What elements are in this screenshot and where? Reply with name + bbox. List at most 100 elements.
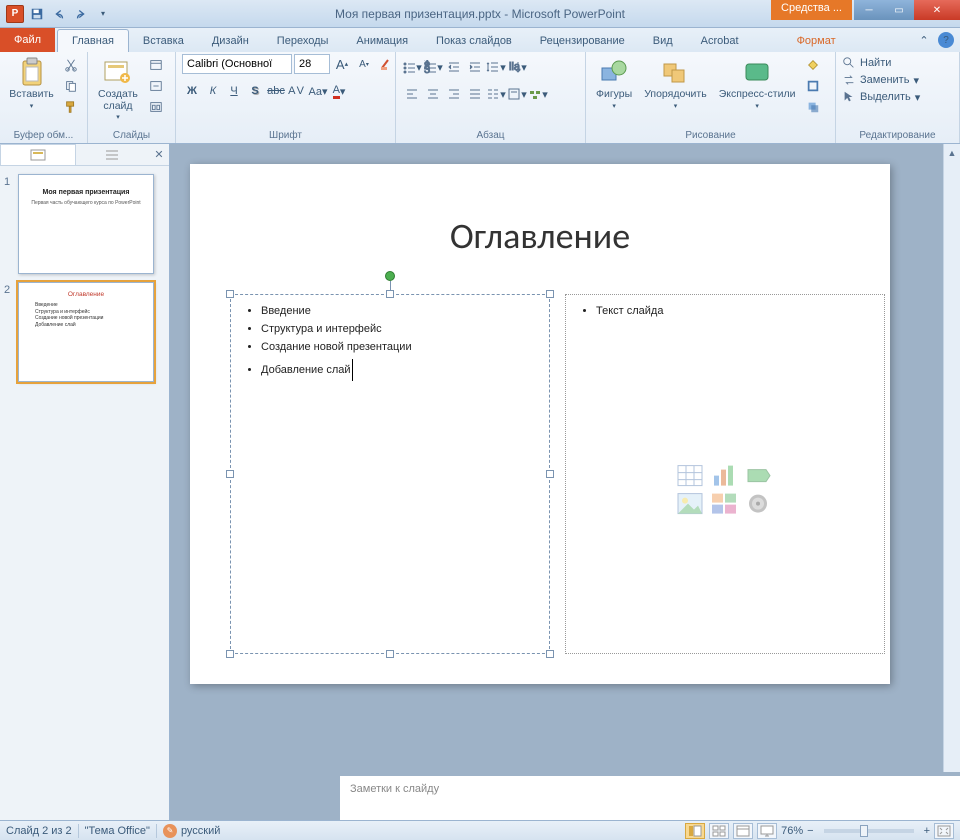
- cut-icon[interactable]: [61, 56, 81, 74]
- section-icon[interactable]: [146, 98, 166, 116]
- undo-icon[interactable]: [50, 5, 68, 23]
- insert-chart-icon[interactable]: [710, 464, 738, 488]
- insert-table-icon[interactable]: [676, 464, 704, 488]
- change-case-icon[interactable]: Aa▾: [308, 81, 328, 101]
- resize-handle[interactable]: [546, 470, 554, 478]
- select-button[interactable]: Выделить▾: [842, 90, 920, 104]
- save-icon[interactable]: [28, 5, 46, 23]
- bullets-icon[interactable]: ▾: [402, 57, 422, 77]
- tab-slideshow[interactable]: Показ слайдов: [422, 29, 526, 52]
- paste-button[interactable]: Вставить ▾: [6, 54, 57, 112]
- maximize-button[interactable]: ▭: [884, 0, 914, 20]
- scroll-up-icon[interactable]: ▲: [944, 144, 960, 161]
- decrease-indent-icon[interactable]: [444, 57, 464, 77]
- slide-title[interactable]: Оглавление: [190, 214, 890, 258]
- thumbnail-2[interactable]: 2 Оглавление Введение Структура и интерф…: [4, 282, 165, 382]
- tab-home[interactable]: Главная: [57, 29, 129, 52]
- outline-tab[interactable]: [76, 144, 150, 165]
- resize-handle[interactable]: [386, 290, 394, 298]
- resize-handle[interactable]: [386, 650, 394, 658]
- tab-format[interactable]: Формат: [783, 29, 850, 52]
- strike-button[interactable]: abc: [266, 81, 286, 101]
- align-left-icon[interactable]: [402, 84, 422, 104]
- shape-effects-icon[interactable]: [803, 98, 823, 116]
- zoom-slider[interactable]: [824, 829, 914, 833]
- font-name-input[interactable]: [182, 54, 292, 74]
- text-direction-icon[interactable]: lla▾: [507, 57, 527, 77]
- shapes-button[interactable]: Фигуры▾: [592, 54, 636, 112]
- shape-fill-icon[interactable]: [803, 56, 823, 74]
- file-tab[interactable]: Файл: [0, 28, 55, 52]
- grow-font-icon[interactable]: A▴: [332, 54, 352, 74]
- zoom-in-button[interactable]: +: [924, 825, 930, 837]
- content-placeholder-right[interactable]: Текст слайда: [565, 294, 885, 654]
- spellcheck-icon[interactable]: ✎: [163, 824, 177, 838]
- insert-clipart-icon[interactable]: [710, 492, 738, 516]
- resize-handle[interactable]: [546, 290, 554, 298]
- reading-view-button[interactable]: [733, 823, 753, 839]
- shape-outline-icon[interactable]: [803, 77, 823, 95]
- numbering-icon[interactable]: 123▾: [423, 57, 443, 77]
- justify-icon[interactable]: [465, 84, 485, 104]
- shadow-button[interactable]: S: [245, 81, 265, 101]
- close-panel-icon[interactable]: ✕: [149, 144, 169, 165]
- align-center-icon[interactable]: [423, 84, 443, 104]
- underline-button[interactable]: Ч: [224, 81, 244, 101]
- replace-button[interactable]: Заменить▾: [842, 73, 920, 87]
- close-button[interactable]: ✕: [914, 0, 960, 20]
- increase-indent-icon[interactable]: [465, 57, 485, 77]
- bullet-list[interactable]: Введение Структура и интерфейс Создание …: [231, 295, 549, 397]
- clear-format-icon[interactable]: [376, 54, 396, 74]
- arrange-button[interactable]: Упорядочить▾: [640, 54, 710, 112]
- tab-design[interactable]: Дизайн: [198, 29, 263, 52]
- font-color-icon[interactable]: A▾: [329, 81, 349, 101]
- shrink-font-icon[interactable]: A▾: [354, 54, 374, 74]
- tab-view[interactable]: Вид: [639, 29, 687, 52]
- language-label[interactable]: русский: [181, 825, 220, 837]
- fit-window-button[interactable]: [934, 823, 954, 839]
- format-painter-icon[interactable]: [61, 98, 81, 116]
- resize-handle[interactable]: [226, 650, 234, 658]
- tab-animation[interactable]: Анимация: [342, 29, 422, 52]
- vertical-scrollbar[interactable]: ▲ ▼ ⏶ ⏷: [943, 144, 960, 820]
- normal-view-button[interactable]: [685, 823, 705, 839]
- notes-pane[interactable]: Заметки к слайду: [340, 772, 960, 820]
- char-spacing-icon[interactable]: AV: [287, 81, 307, 101]
- smartart-icon[interactable]: ▾: [528, 84, 548, 104]
- line-spacing-icon[interactable]: ▾: [486, 57, 506, 77]
- thumbnail-1[interactable]: 1 Моя первая призентация Первая часть об…: [4, 174, 165, 274]
- font-size-input[interactable]: [294, 54, 330, 74]
- content-textbox-left[interactable]: Введение Структура и интерфейс Создание …: [230, 294, 550, 654]
- layout-icon[interactable]: [146, 56, 166, 74]
- columns-icon[interactable]: ▾: [486, 84, 506, 104]
- slideshow-view-button[interactable]: [757, 823, 777, 839]
- new-slide-button[interactable]: Создать слайд ▾: [94, 54, 142, 123]
- rotate-handle[interactable]: [385, 271, 395, 281]
- slides-tab[interactable]: [0, 144, 76, 165]
- slide[interactable]: Оглавление Введение Структура и интер: [190, 164, 890, 684]
- resize-handle[interactable]: [226, 470, 234, 478]
- sorter-view-button[interactable]: [709, 823, 729, 839]
- tab-review[interactable]: Рецензирование: [526, 29, 639, 52]
- italic-button[interactable]: К: [203, 81, 223, 101]
- copy-icon[interactable]: [61, 77, 81, 95]
- resize-handle[interactable]: [546, 650, 554, 658]
- minimize-button[interactable]: ─: [854, 0, 884, 20]
- find-button[interactable]: Найти: [842, 56, 920, 70]
- tab-acrobat[interactable]: Acrobat: [687, 29, 753, 52]
- quick-styles-button[interactable]: Экспресс-стили▾: [715, 54, 800, 112]
- zoom-level[interactable]: 76%: [781, 825, 803, 837]
- bold-button[interactable]: Ж: [182, 81, 202, 101]
- resize-handle[interactable]: [226, 290, 234, 298]
- reset-icon[interactable]: [146, 77, 166, 95]
- help-icon[interactable]: ?: [938, 32, 954, 48]
- insert-smartart-icon[interactable]: [744, 464, 772, 488]
- align-right-icon[interactable]: [444, 84, 464, 104]
- insert-picture-icon[interactable]: [676, 492, 704, 516]
- zoom-out-button[interactable]: −: [807, 825, 813, 837]
- insert-media-icon[interactable]: [744, 492, 772, 516]
- align-text-icon[interactable]: ▾: [507, 84, 527, 104]
- minimize-ribbon-icon[interactable]: ⌃: [916, 32, 932, 48]
- qat-dropdown-icon[interactable]: ▾: [94, 5, 112, 23]
- tab-transitions[interactable]: Переходы: [263, 29, 343, 52]
